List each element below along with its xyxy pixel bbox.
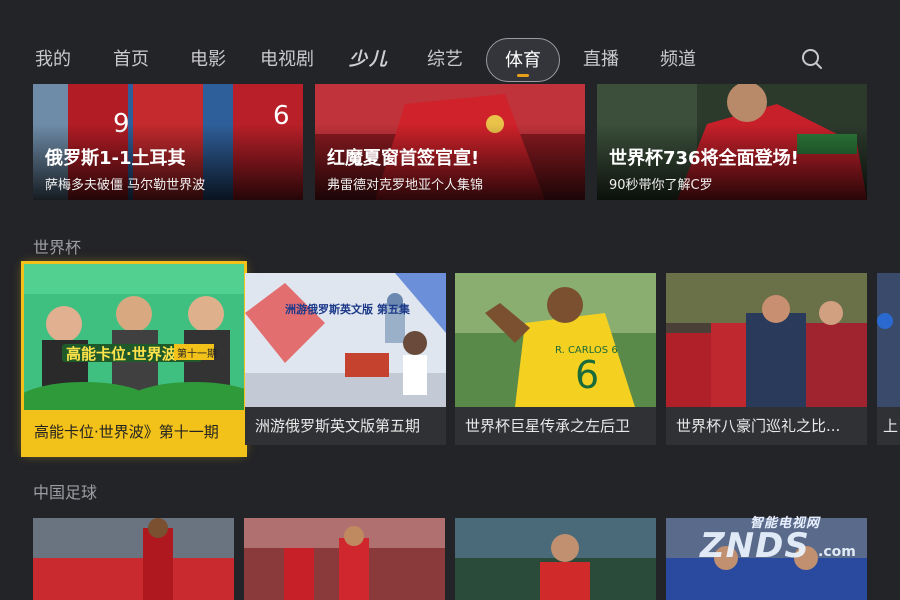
nav-tab-sports-label: 体育 — [505, 50, 541, 71]
video-thumbnail: 高能卡位·世界波 第十一期 — [24, 264, 244, 410]
nav-tab-home[interactable]: 首页 — [106, 38, 156, 82]
thumb-title-text: 洲游俄罗斯英文版 第五集 — [285, 302, 411, 316]
video-thumbnail — [455, 518, 656, 600]
svg-text:6: 6 — [575, 353, 599, 397]
video-thumbnail — [244, 518, 445, 600]
nav-tab-kids[interactable]: 少儿 — [342, 38, 396, 82]
nav-tab-live[interactable]: 直播 — [576, 38, 626, 82]
video-caption: 高能卡位·世界波》第十一期 — [24, 410, 244, 454]
video-thumbnail — [877, 273, 900, 407]
watermark-main-text: ZNDS — [700, 526, 810, 566]
active-tab-indicator — [517, 74, 529, 77]
thumb-jersey-text: R. CARLOS 6 — [555, 345, 618, 356]
site-watermark-logo: 智能电视网 ZNDS .com — [700, 512, 870, 572]
featured-subtitle: 弗雷德对克罗地亚个人集锦 — [327, 178, 484, 193]
section-title-chinese-football: 中国足球 — [33, 483, 98, 502]
video-card-cfb-3[interactable] — [455, 518, 656, 600]
video-caption: 洲游俄罗斯英文版第五期 — [255, 417, 421, 435]
featured-title: 世界杯736将全面登场! — [609, 148, 799, 169]
featured-subtitle: 90秒带你了解C罗 — [609, 178, 713, 193]
video-thumbnail: 6 R. CARLOS 6 — [455, 273, 656, 407]
video-caption: 世界杯八豪门巡礼之比... — [676, 417, 841, 435]
search-icon[interactable] — [800, 47, 824, 71]
video-card-cfb-2[interactable] — [244, 518, 445, 600]
featured-card-2[interactable]: 红魔夏窗首签官宣! 弗雷德对克罗地亚个人集锦 — [315, 84, 585, 200]
thumb-title-text: 高能卡位·世界波 — [66, 345, 178, 363]
thumb-badge-text: 第十一期 — [177, 347, 217, 360]
nav-tab-channels[interactable]: 频道 — [653, 38, 703, 82]
section-title-worldcup: 世界杯 — [33, 238, 82, 257]
video-card-cfb-1[interactable] — [33, 518, 234, 600]
featured-title: 俄罗斯1-1土耳其 — [45, 148, 186, 169]
watermark-suffix-text: .com — [818, 544, 856, 560]
featured-subtitle: 萨梅多夫破僵 马尔勒世界波 — [45, 178, 206, 193]
video-thumbnail: 洲游俄罗斯英文版 第五集 — [245, 273, 446, 407]
nav-tab-variety[interactable]: 综艺 — [420, 38, 470, 82]
nav-tab-movies[interactable]: 电影 — [183, 38, 233, 82]
video-thumbnail — [666, 273, 867, 407]
nav-tab-mine[interactable]: 我的 — [28, 38, 78, 82]
video-thumbnail — [33, 518, 234, 600]
video-caption: 世界杯巨星传承之左后卫 — [465, 417, 631, 435]
top-nav: 我的 首页 电影 电视剧 少儿 综艺 体育 直播 频道 — [0, 38, 900, 84]
video-caption: 上 — [883, 417, 899, 435]
nav-tab-sports[interactable]: 体育 — [486, 38, 560, 82]
video-card-worldcup-5[interactable]: 上 — [877, 273, 900, 445]
video-card-worldcup-4[interactable]: 世界杯八豪门巡礼之比... — [666, 273, 867, 445]
video-card-worldcup-2[interactable]: 洲游俄罗斯英文版 第五集 洲游俄罗斯英文版第五期 — [245, 273, 446, 445]
featured-card-1[interactable]: 9 6 俄罗斯1-1土耳其 萨梅多夫破僵 马尔勒世界波 — [33, 84, 303, 200]
video-card-worldcup-3[interactable]: 6 R. CARLOS 6 世界杯巨星传承之左后卫 — [455, 273, 656, 445]
video-card-worldcup-1[interactable]: 高能卡位·世界波 第十一期 高能卡位·世界波》第十一期 — [21, 261, 247, 457]
nav-tab-tv-series[interactable]: 电视剧 — [254, 38, 320, 82]
featured-card-3[interactable]: 世界杯736将全面登场! 90秒带你了解C罗 — [597, 84, 867, 200]
featured-title: 红魔夏窗首签官宣! — [327, 148, 480, 169]
